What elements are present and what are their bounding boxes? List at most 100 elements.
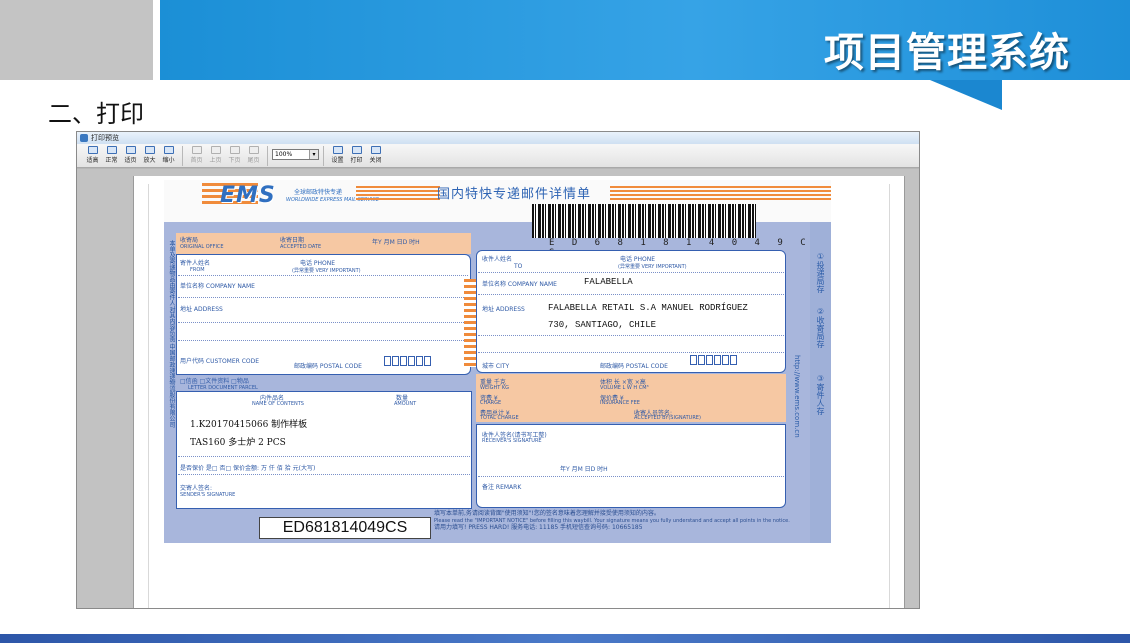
remark-label: 备注 REMARK — [482, 484, 522, 491]
sender-postal-boxes — [384, 356, 431, 366]
window-title: 打印预览 — [91, 134, 119, 142]
preview-toolbar: 适高 正常 适页 放大 缩小 首页 上页 下页 尾页 100% ▾ 设置 打印 … — [77, 144, 919, 168]
slide-title: 项目管理系统 — [824, 30, 1070, 76]
original-office-label: 收寄局 — [180, 237, 199, 244]
divider — [478, 476, 784, 477]
receiver-phone-label: 电话 PHONE — [620, 256, 656, 263]
fit-height-button[interactable]: 适高 — [83, 146, 102, 164]
accepted-date-label-en: ACCEPTED DATE — [280, 244, 322, 250]
print-preview-window: 打印预览 适高 正常 适页 放大 缩小 首页 上页 下页 尾页 100% ▾ 设… — [76, 131, 920, 609]
divider — [478, 335, 784, 336]
close-button[interactable]: 关闭 — [366, 146, 385, 164]
sender-phone-label: 电话 PHONE — [300, 260, 336, 267]
margin-guide-left — [148, 184, 149, 608]
settings-button[interactable]: 设置 — [328, 146, 347, 164]
header-stripes-right — [610, 186, 831, 201]
notice-service: 请用力填写! PRESS HARD! 服务电话: 11185 手机短信查询号码:… — [434, 524, 643, 531]
date-fields-label: 年Y 月M 日D 时H — [372, 239, 420, 246]
zoom-in-icon — [144, 146, 155, 154]
item-type-checkboxes: □信函 □文件资料 □物品 — [180, 378, 249, 385]
divider — [178, 297, 468, 298]
section-heading: 二、打印 — [48, 100, 144, 128]
waybill-notice: 填写本单前,务请阅读背面"使用须知"!您的签名意味着您理解并接受使用须知的内容。… — [434, 510, 810, 543]
margin-guide-right — [889, 184, 890, 608]
receiver-address-label: 地址 ADDRESS — [482, 306, 525, 313]
app-icon — [80, 134, 88, 142]
toolbar-separator — [323, 146, 324, 166]
divider — [178, 456, 470, 457]
divider — [178, 275, 468, 276]
printer-icon — [351, 146, 362, 154]
insured-value-label: 是否保价 是□ 否□ 保价金额: 万 仟 佰 拾 元(大写) — [180, 465, 316, 472]
actual-size-icon — [106, 146, 117, 154]
amount-label-en: AMOUNT — [394, 401, 417, 407]
contents-line2: TAS160 多士炉 2 PCS — [190, 438, 286, 448]
divider — [478, 294, 784, 295]
ems-waybill: EMS 全球邮政特快专递 WORLDWIDE EXPRESS MAIL SERV… — [164, 180, 831, 543]
receiver-address-line1: FALABELLA RETAIL S.A MANUEL RODRÍGUEZ — [548, 303, 748, 313]
print-button[interactable]: 打印 — [347, 146, 366, 164]
copy-label-2: ②收寄局存 — [816, 307, 825, 348]
receiver-signature-label-en: RECEIVER'S SIGNATURE — [482, 438, 542, 444]
accepted-by-label-en: ACCEPTED BY(SIGNATURE) — [634, 415, 701, 421]
close-icon — [370, 146, 381, 154]
ems-brand-cn: 全球邮政特快专递 — [294, 189, 343, 196]
volume-label-en: VOLUME L W H CM³ — [600, 385, 649, 391]
next-page-button[interactable]: 下页 — [225, 146, 244, 164]
barcode — [532, 204, 756, 238]
receiver-postal-boxes — [690, 355, 737, 365]
header-gray-block — [0, 0, 153, 80]
prev-page-button[interactable]: 上页 — [206, 146, 225, 164]
accepted-date-label: 收寄日期 — [280, 237, 305, 244]
bottom-bar — [0, 634, 1130, 643]
settings-icon — [332, 146, 343, 154]
sender-postal-label: 邮政编码 POSTAL CODE — [294, 363, 362, 370]
preview-canvas[interactable]: EMS 全球邮政特快专递 WORLDWIDE EXPRESS MAIL SERV… — [77, 169, 919, 608]
city-label: 城市 CITY — [482, 363, 510, 370]
copy-label-3: ③寄件人存 — [816, 374, 825, 415]
banner-fold — [930, 80, 1002, 110]
original-office-label-en: ORIGINAL OFFICE — [180, 244, 224, 250]
weight-label-en: WEIGHT KG — [480, 385, 510, 391]
total-charge-label-en: TOTAL CHARGE — [480, 415, 519, 421]
receiver-company-label: 单位名称 COMPANY NAME — [482, 281, 557, 288]
zoom-out-button[interactable]: 缩小 — [159, 146, 178, 164]
contents-label-en: NAME OF CONTENTS — [252, 401, 304, 407]
sender-signature-label: 交寄人签名: — [180, 485, 213, 492]
sender-name-label: 寄件人姓名 — [180, 260, 211, 267]
zoom-in-button[interactable]: 放大 — [140, 146, 159, 164]
ems-url: http://www.ems.com.cn — [793, 355, 801, 438]
divider — [178, 322, 468, 323]
ems-logo: EMS — [220, 183, 276, 208]
fit-height-icon — [87, 146, 98, 154]
notice-cn: 填写本单前,务请阅读背面"使用须知"!您的签名意味着您理解并接受使用须知的内容。 — [434, 510, 660, 517]
toolbar-separator — [267, 146, 268, 166]
fit-page-button[interactable]: 适页 — [121, 146, 140, 164]
last-page-button[interactable]: 尾页 — [244, 146, 263, 164]
actual-size-button[interactable]: 正常 — [102, 146, 121, 164]
sender-signature-label-en: SENDER'S SIGNATURE — [180, 492, 236, 498]
sender-company-label: 单位名称 COMPANY NAME — [180, 283, 255, 290]
receiver-name-label: 收件人姓名 — [482, 256, 513, 263]
customer-code-label: 用户代码 CUSTOMER CODE — [180, 358, 260, 365]
side-note-left: 本单及寄递物品由寄件人对其内容负责 中国邮政速递物流股份有限公司 — [168, 240, 175, 428]
receiver-name-label-en: TO — [514, 263, 523, 270]
sender-phone-important: (异常重要 VERY IMPORTANT) — [292, 268, 361, 274]
toolbar-separator — [182, 146, 183, 166]
first-page-icon — [191, 146, 202, 154]
header-stripes-left — [356, 186, 440, 201]
sender-name-label-en: FROM — [190, 267, 205, 273]
sender-address-label: 地址 ADDRESS — [180, 306, 223, 313]
zoom-select[interactable]: 100% ▾ — [272, 149, 319, 160]
chevron-down-icon[interactable]: ▾ — [309, 150, 318, 159]
receiver-date-fields: 年Y 月M 日D 时H — [560, 466, 608, 473]
prev-page-icon — [210, 146, 221, 154]
receiver-company-value: FALABELLA — [584, 277, 633, 287]
waybill-title: 国内特快专递邮件详情单 — [437, 187, 592, 202]
first-page-button[interactable]: 首页 — [187, 146, 206, 164]
zoom-out-icon — [163, 146, 174, 154]
preview-page: EMS 全球邮政特快专递 WORLDWIDE EXPRESS MAIL SERV… — [133, 176, 905, 608]
contents-line1: 1.K20170415066 制作样板 — [190, 420, 308, 430]
receiver-postal-label: 邮政编码 POSTAL CODE — [600, 363, 668, 370]
waybill-number: ED681814049CS — [259, 517, 431, 539]
